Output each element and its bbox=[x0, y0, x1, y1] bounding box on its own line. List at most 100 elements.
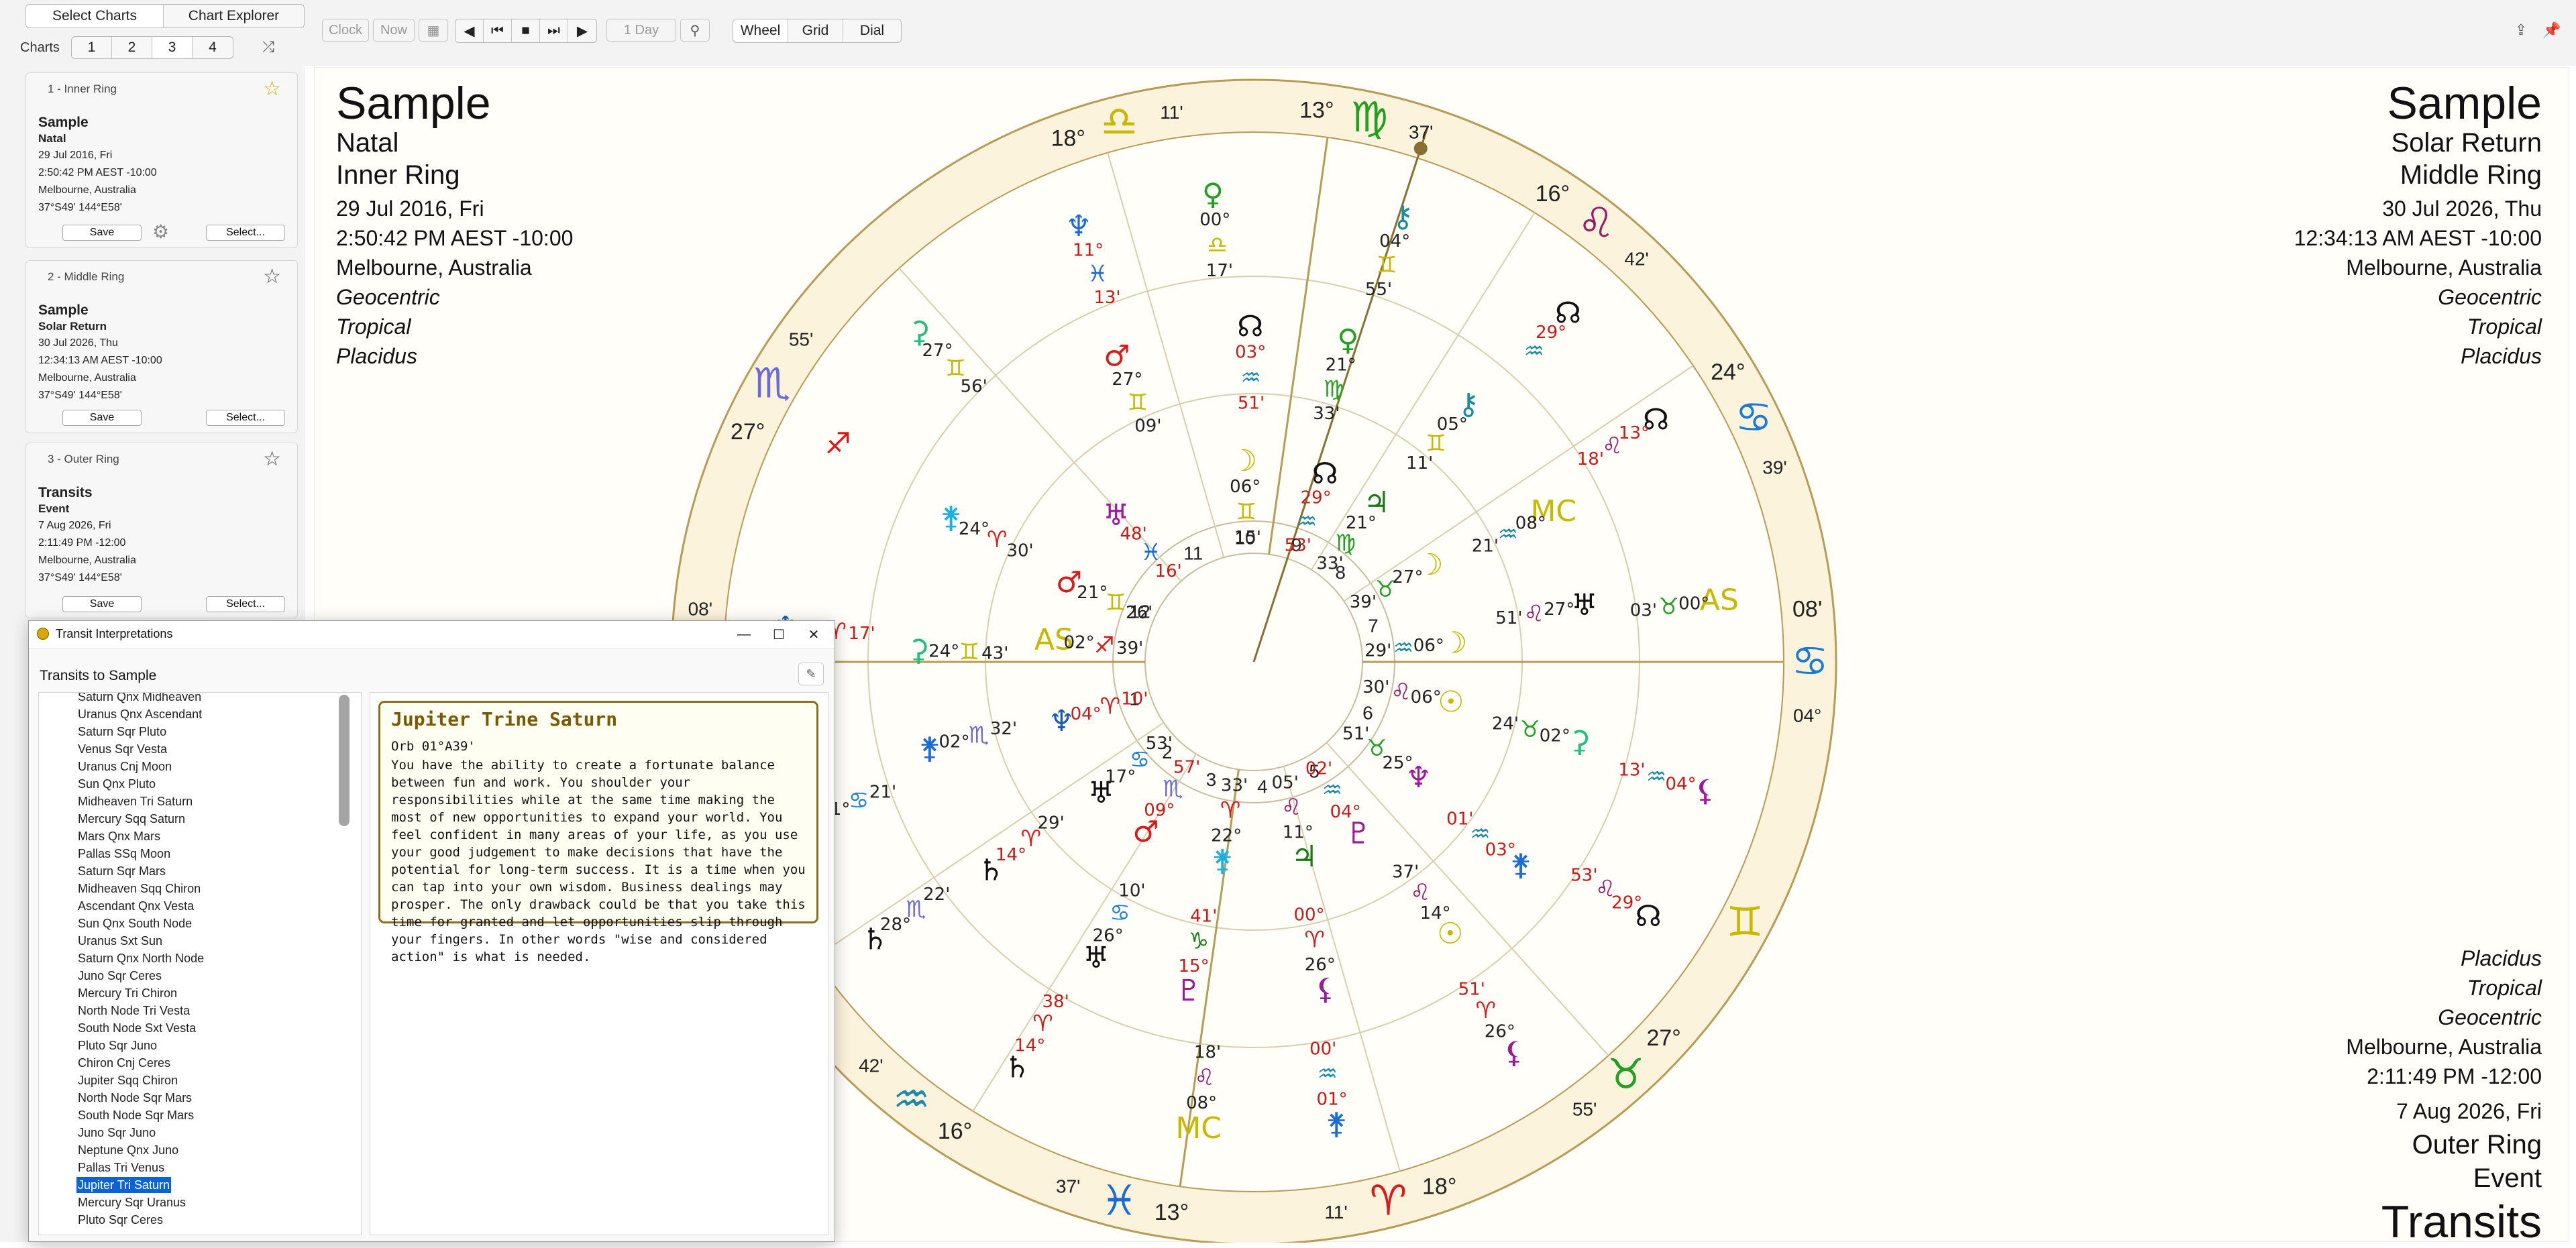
planet-position-label: 24' bbox=[1492, 714, 1519, 734]
chart-explorer-tab[interactable]: Chart Explorer bbox=[164, 5, 304, 27]
search-icon[interactable]: ⚲ bbox=[680, 19, 710, 42]
step-forward-icon[interactable]: ▶ bbox=[568, 19, 596, 42]
minimize-icon[interactable]: — bbox=[727, 624, 761, 645]
list-item[interactable]: Midheaven Sqq Chiron bbox=[76, 881, 202, 897]
star-icon[interactable]: ☆ bbox=[263, 265, 281, 288]
planet-glyph: ♃ bbox=[1291, 840, 1318, 874]
calendar-icon[interactable]: ▦ bbox=[419, 19, 448, 42]
transit-list[interactable]: Saturn Qnx Midheaven Uranus Qnx Ascendant… bbox=[38, 692, 362, 1235]
list-item[interactable]: Uranus Sxt Sun bbox=[76, 933, 164, 949]
list-item[interactable]: Chiron Cnj Ceres bbox=[76, 1055, 172, 1071]
skip-end-icon[interactable]: ⏭ bbox=[540, 19, 568, 42]
view-dial-tab[interactable]: Dial bbox=[843, 19, 901, 42]
cusp-degree: 08' bbox=[1792, 597, 1822, 622]
cusp-minute: 39' bbox=[1762, 457, 1787, 478]
chart-card-outer-ring[interactable]: 3 - Outer Ring ☆ Transits Event 7 Aug 20… bbox=[25, 443, 298, 618]
gear-icon[interactable]: ⚙ bbox=[152, 221, 169, 243]
select-button[interactable]: Select... bbox=[206, 225, 285, 241]
list-item[interactable]: Uranus Qnx Ascendant bbox=[76, 706, 203, 722]
zodiac-sign-glyph: ♓ bbox=[1101, 1176, 1138, 1225]
list-item[interactable]: Pallas Tri Venus bbox=[76, 1159, 166, 1176]
planet-sign-glyph: ♋ bbox=[849, 787, 869, 814]
planet-position-label: 39' bbox=[1116, 638, 1143, 659]
list-item[interactable]: Saturn Sqr Mars bbox=[76, 863, 167, 879]
planet-position-label: 26° bbox=[1305, 955, 1336, 975]
list-item[interactable]: North Node Sqr Mars bbox=[76, 1090, 193, 1106]
list-item[interactable]: Jupiter Tri Saturn bbox=[76, 1177, 172, 1193]
chart-name: Sample bbox=[38, 115, 89, 130]
list-item[interactable]: South Node Sxt Vesta bbox=[76, 1020, 197, 1036]
list-item[interactable]: Sun Qnx South Node bbox=[76, 915, 193, 931]
chart-type: Solar Return bbox=[38, 320, 107, 333]
pin-icon[interactable]: 📌 bbox=[2537, 19, 2567, 42]
save-button[interactable]: Save bbox=[62, 225, 142, 241]
chart-place: Melbourne, Australia bbox=[38, 184, 136, 196]
list-item[interactable]: Venus Sqr Vesta bbox=[76, 741, 168, 757]
view-wheel-tab[interactable]: Wheel bbox=[733, 19, 788, 42]
list-item[interactable]: Juno Sqr Juno bbox=[76, 1125, 157, 1141]
planet-position-label: 37' bbox=[1392, 862, 1419, 883]
planet-position-label: 30' bbox=[1006, 541, 1033, 561]
window-titlebar[interactable]: Transit Interpretations — ☐ ✕ bbox=[29, 621, 835, 648]
clock-button[interactable]: Clock bbox=[322, 19, 369, 42]
list-scrollbar[interactable] bbox=[339, 695, 350, 826]
select-button[interactable]: Select... bbox=[206, 596, 285, 612]
close-icon[interactable]: ✕ bbox=[797, 624, 830, 645]
chart-card-inner-ring[interactable]: 1 - Inner Ring ☆ Sample Natal 29 Jul 201… bbox=[25, 72, 298, 248]
list-item[interactable]: Jupiter Sqq Chiron bbox=[76, 1072, 179, 1088]
planet-position-label: 33' bbox=[1316, 553, 1343, 573]
shuffle-icon[interactable]: ⤮ bbox=[254, 36, 283, 58]
list-item[interactable]: Pluto Sqr Juno bbox=[76, 1037, 158, 1054]
planet-glyph: ☊ bbox=[1312, 457, 1338, 491]
step-size-field[interactable]: 1 Day bbox=[606, 19, 676, 42]
star-icon[interactable]: ☆ bbox=[263, 447, 281, 471]
step-back-icon[interactable]: ◀ bbox=[455, 19, 484, 42]
list-item[interactable]: Mercury Tri Chiron bbox=[76, 985, 178, 1001]
list-item[interactable]: Midheaven Tri Saturn bbox=[76, 793, 194, 809]
chart-tab-4[interactable]: 4 bbox=[193, 37, 233, 58]
list-item[interactable]: North Node Tri Vesta bbox=[76, 1003, 191, 1019]
chart-tab-2[interactable]: 2 bbox=[112, 37, 152, 58]
share-icon[interactable]: ⇪ bbox=[2506, 19, 2536, 42]
list-item[interactable]: Sun Qnx Pluto bbox=[76, 776, 157, 792]
planet-position-label: 03' bbox=[1630, 600, 1657, 620]
list-item[interactable]: Ascendant Qnx Vesta bbox=[76, 898, 195, 914]
now-button[interactable]: Now bbox=[373, 19, 415, 42]
planet-position-label: 33' bbox=[1221, 775, 1248, 795]
chart-tab-1[interactable]: 1 bbox=[72, 37, 112, 58]
list-item[interactable]: Juno Sqr Ceres bbox=[76, 968, 163, 984]
list-item[interactable]: Pallas SSq Moon bbox=[76, 846, 172, 862]
chart-place: Melbourne, Australia bbox=[38, 372, 136, 384]
planet-position-label: 21' bbox=[1472, 536, 1499, 556]
select-button[interactable]: Select... bbox=[206, 410, 285, 426]
view-grid-tab[interactable]: Grid bbox=[788, 19, 843, 42]
list-item[interactable]: Neptune Qnx Juno bbox=[76, 1142, 180, 1158]
stop-icon[interactable]: ■ bbox=[512, 19, 540, 42]
chart-card-middle-ring[interactable]: 2 - Middle Ring ☆ Sample Solar Return 30… bbox=[25, 260, 298, 433]
chart-number-tabs: 1 2 3 4 bbox=[71, 36, 233, 59]
maximize-icon[interactable]: ☐ bbox=[762, 624, 796, 645]
list-item[interactable]: Saturn Qnx Midheaven bbox=[76, 693, 203, 705]
save-button[interactable]: Save bbox=[62, 410, 142, 426]
list-item[interactable]: South Node Sqr Mars bbox=[76, 1107, 195, 1123]
skip-start-icon[interactable]: ⏮ bbox=[484, 19, 512, 42]
planet-sign-glyph: ♈ bbox=[1304, 927, 1324, 954]
planet-sign-glyph: ♒ bbox=[1523, 338, 1544, 365]
list-item[interactable]: Mars Qnx Mars bbox=[76, 828, 162, 844]
list-item[interactable]: Saturn Sqr Pluto bbox=[76, 724, 168, 740]
planet-position-label: 22' bbox=[923, 885, 950, 905]
chart-tab-3[interactable]: 3 bbox=[152, 37, 193, 58]
save-button[interactable]: Save bbox=[62, 596, 142, 612]
list-item[interactable]: Mercury Sqq Saturn bbox=[76, 811, 186, 827]
star-icon[interactable]: ☆ bbox=[263, 77, 281, 101]
planet-glyph: ☽ bbox=[1231, 444, 1257, 478]
edit-icon[interactable]: ✎ bbox=[798, 663, 824, 685]
list-item[interactable]: Mercury Sqr Uranus bbox=[76, 1194, 187, 1210]
interpretation-orb: Orb 01°A39' bbox=[391, 739, 476, 754]
list-item[interactable]: Uranus Cnj Moon bbox=[76, 758, 173, 775]
select-charts-tab[interactable]: Select Charts bbox=[26, 5, 164, 27]
interpretation-title: Jupiter Trine Saturn bbox=[391, 708, 618, 730]
chart-coords: 37°S49' 144°E58' bbox=[38, 202, 122, 213]
list-item[interactable]: Saturn Qnx North Node bbox=[76, 950, 205, 966]
list-item[interactable]: Pluto Sqr Ceres bbox=[76, 1212, 164, 1228]
